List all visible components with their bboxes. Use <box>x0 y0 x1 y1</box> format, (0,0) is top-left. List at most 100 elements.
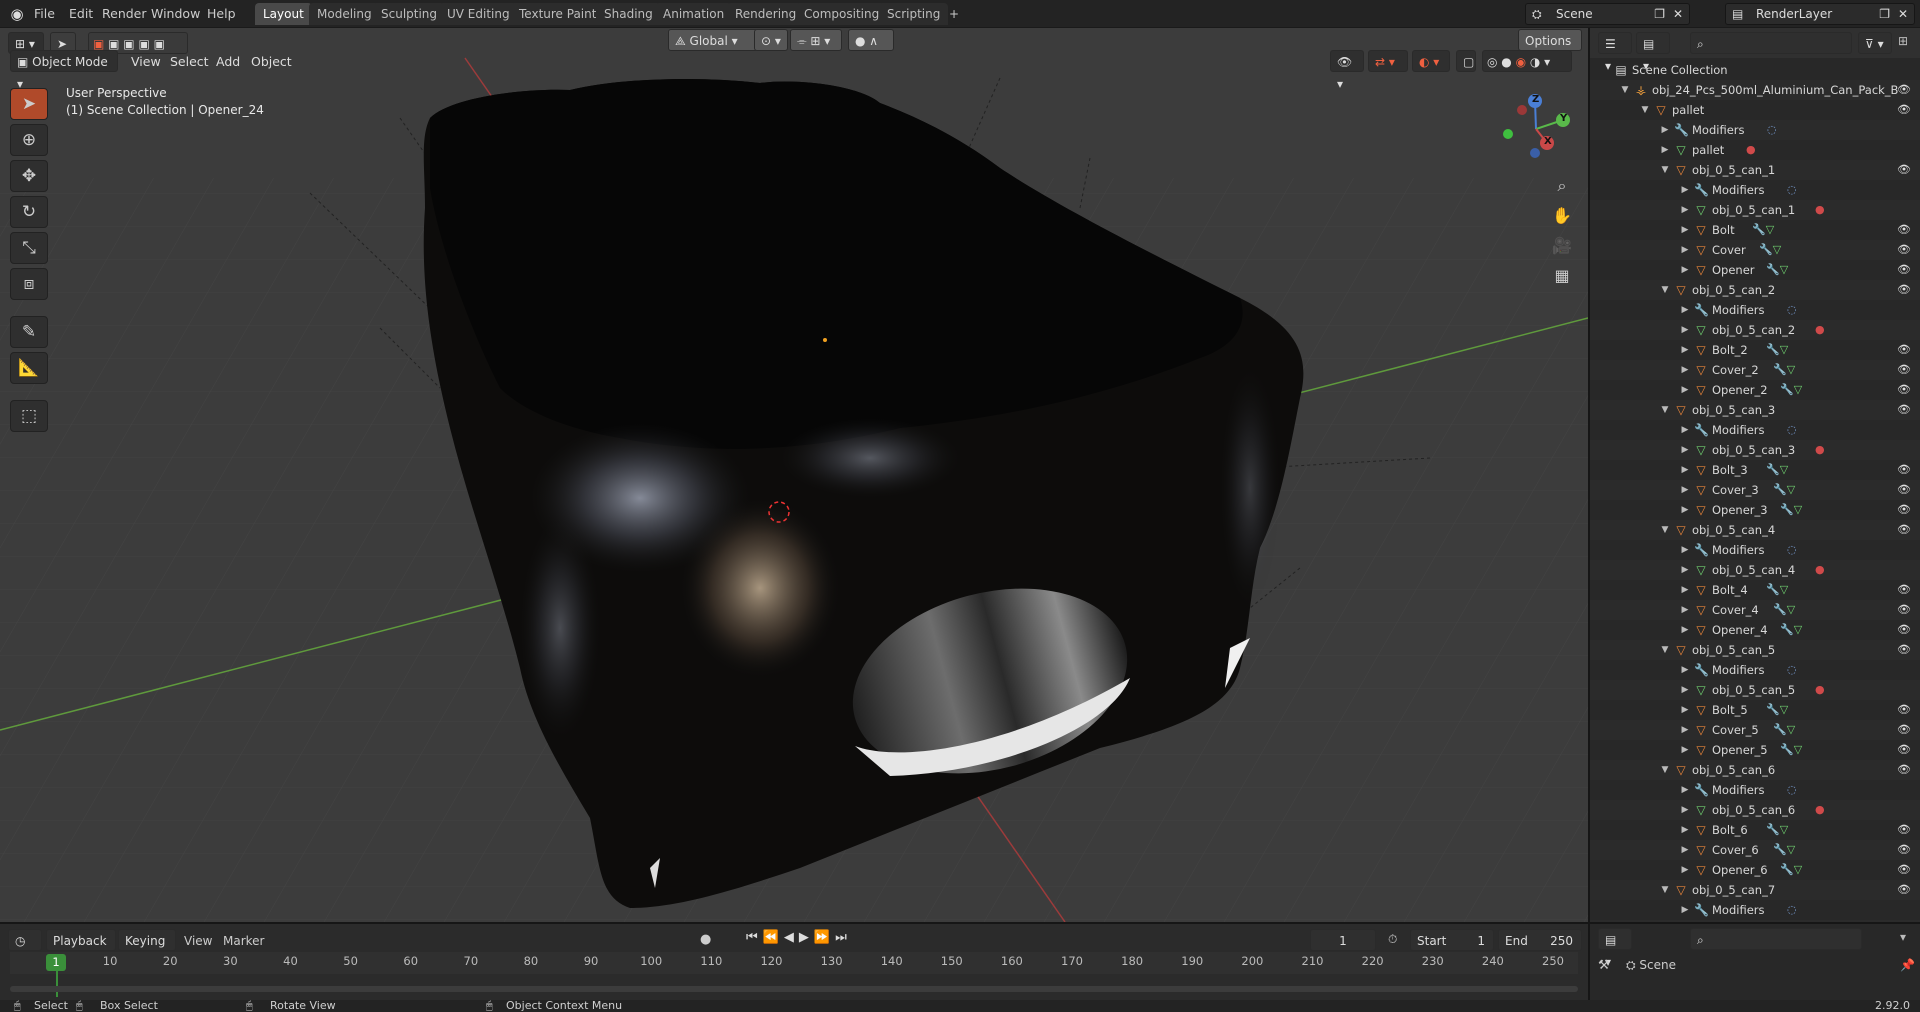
expand-arrow-icon[interactable]: ▶ <box>1680 380 1690 400</box>
expand-arrow-icon[interactable]: ▶ <box>1680 580 1690 600</box>
material-icon[interactable]: ● <box>1746 140 1756 160</box>
visibility-eye-icon[interactable]: 👁 <box>1896 500 1912 520</box>
outliner-row[interactable]: ▶ ▽ Bolt_6 🔧▽ 👁 <box>1590 820 1920 840</box>
visibility-eye-icon[interactable]: 👁 <box>1896 480 1912 500</box>
visibility-eye-icon[interactable]: 👁 <box>1896 220 1912 240</box>
preview-range-icon[interactable]: ⏱ <box>1388 932 1397 947</box>
visibility-eye-icon[interactable]: 👁 <box>1896 280 1912 300</box>
expand-arrow-icon[interactable]: ▶ <box>1660 140 1670 160</box>
properties-editor-type-button[interactable]: ▤ ▾ <box>1598 928 1632 969</box>
modifier-icon[interactable]: ◌ <box>1787 540 1797 560</box>
outliner-row[interactable]: ▼ ▽ obj_0_5_can_2 👁 <box>1590 280 1920 300</box>
collapse-arrow-icon[interactable]: ▼ <box>1660 640 1670 660</box>
visibility-eye-icon[interactable]: 👁 <box>1896 160 1912 180</box>
visibility-eye-icon[interactable]: 👁 <box>1896 460 1912 480</box>
expand-arrow-icon[interactable]: ▶ <box>1680 240 1690 260</box>
shading-mode-group[interactable]: ◎ ● ◉ ◑ ▾ <box>1482 50 1572 72</box>
measure-tool-icon[interactable]: 📐 <box>10 352 48 384</box>
visibility-eye-icon[interactable]: 👁 <box>1896 380 1912 400</box>
playback-menu[interactable]: Playback ▾ <box>46 929 116 970</box>
outliner-row[interactable]: ▼ ▽ pallet 👁 <box>1590 100 1920 120</box>
visibility-eye-icon[interactable]: 👁 <box>1896 640 1912 660</box>
select-box-tool-icon[interactable]: ➤ <box>10 88 48 120</box>
modifier-icon[interactable]: ◌ <box>1787 180 1797 200</box>
outliner-row[interactable]: ▶ ▽ obj_0_5_can_6 ● <box>1590 800 1920 820</box>
tab-layout[interactable]: Layout <box>255 3 312 25</box>
collapse-arrow-icon[interactable]: ▼ <box>1620 80 1630 100</box>
visibility-eye-icon[interactable]: 👁 <box>1896 80 1912 100</box>
viewport-menu-object[interactable]: Object <box>251 54 292 69</box>
expand-arrow-icon[interactable]: ▶ <box>1680 500 1690 520</box>
outliner-row[interactable]: ▶ ▽ Cover_5 🔧▽ 👁 <box>1590 720 1920 740</box>
select-box-icon[interactable]: ▣ <box>93 37 104 51</box>
outliner-row[interactable]: ▤ Scene Collection <box>1590 60 1920 80</box>
camera-view-icon[interactable]: 🎥 <box>1548 232 1576 260</box>
wrench-mesh-icon[interactable]: 🔧▽ <box>1766 340 1788 360</box>
expand-arrow-icon[interactable]: ▶ <box>1680 620 1690 640</box>
timeline-menu-marker[interactable]: Marker <box>223 934 264 948</box>
visibility-eye-icon[interactable]: 👁 <box>1896 360 1912 380</box>
outliner-row[interactable]: ▼ ▽ obj_0_5_can_5 👁 <box>1590 640 1920 660</box>
outliner-row[interactable]: ▶ ▽ Bolt_3 🔧▽ 👁 <box>1590 460 1920 480</box>
outliner-row[interactable]: ▶ ▽ Opener 🔧▽ 👁 <box>1590 260 1920 280</box>
outliner-row[interactable]: ▶ ▽ pallet ● <box>1590 140 1920 160</box>
wrench-mesh-icon[interactable]: 🔧▽ <box>1780 860 1802 880</box>
wrench-mesh-icon[interactable]: 🔧▽ <box>1766 820 1788 840</box>
start-frame-field[interactable]: Start 1 <box>1410 929 1494 951</box>
expand-arrow-icon[interactable]: ▶ <box>1680 900 1690 920</box>
outliner-row[interactable]: ▶ ▽ Bolt_4 🔧▽ 👁 <box>1590 580 1920 600</box>
wrench-mesh-icon[interactable]: 🔧▽ <box>1773 480 1795 500</box>
blender-icon[interactable]: ◉ <box>8 5 26 23</box>
outliner-row[interactable]: ▼ ▽ obj_0_5_can_4 👁 <box>1590 520 1920 540</box>
outliner-row[interactable]: ▼ ▽ obj_0_5_can_6 👁 <box>1590 760 1920 780</box>
visibility-eye-icon[interactable]: 👁 <box>1896 840 1912 860</box>
xray-toggle[interactable]: ▢ <box>1456 50 1476 72</box>
outliner-row[interactable]: ▶ ▽ Cover_3 🔧▽ 👁 <box>1590 480 1920 500</box>
expand-arrow-icon[interactable]: ▶ <box>1680 560 1690 580</box>
wrench-mesh-icon[interactable]: 🔧▽ <box>1780 740 1802 760</box>
outliner-row[interactable]: ▶ 🔧 Modifiers ◌ <box>1590 420 1920 440</box>
overlay-toggle[interactable]: ◐ ▾ <box>1412 50 1450 72</box>
material-icon[interactable]: ● <box>1815 440 1825 460</box>
keying-menu[interactable]: Keying ▾ <box>118 929 176 970</box>
wrench-mesh-icon[interactable]: 🔧▽ <box>1752 220 1774 240</box>
expand-arrow-icon[interactable]: ▶ <box>1680 660 1690 680</box>
visibility-eye-icon[interactable]: 👁 <box>1896 520 1912 540</box>
expand-arrow-icon[interactable]: ▶ <box>1680 720 1690 740</box>
expand-arrow-icon[interactable]: ▶ <box>1680 860 1690 880</box>
wrench-mesh-icon[interactable]: 🔧▽ <box>1773 720 1795 740</box>
wrench-mesh-icon[interactable]: 🔧▽ <box>1780 380 1802 400</box>
tab-texture-paint[interactable]: Texture Paint <box>511 3 605 25</box>
current-frame-indicator[interactable]: 1 <box>46 954 66 971</box>
proportional-edit-dropdown[interactable]: ● ∧ <box>848 29 894 51</box>
menu-render[interactable]: Render <box>102 0 147 28</box>
scale-tool-icon[interactable]: ⤡ <box>10 232 48 264</box>
modifier-icon[interactable]: ◌ <box>1787 900 1797 920</box>
end-frame-field[interactable]: End 250 <box>1498 929 1582 951</box>
visibility-eye-icon[interactable]: 👁 <box>1896 600 1912 620</box>
3d-viewport[interactable]: Z Y X ⊞ ▾ ➤ ▣ ▣ ▣ ▣ ▣ ⟁ Global ▾ ⊙ ▾ ⌯ ⊞… <box>0 28 1588 922</box>
wrench-mesh-icon[interactable]: 🔧▽ <box>1766 580 1788 600</box>
wrench-mesh-icon[interactable]: 🔧▽ <box>1773 840 1795 860</box>
expand-arrow-icon[interactable]: ▶ <box>1680 440 1690 460</box>
outliner-row[interactable]: ▶ ▽ Bolt_5 🔧▽ 👁 <box>1590 700 1920 720</box>
outliner-row[interactable]: ▶ 🔧 Modifiers ◌ <box>1590 900 1920 920</box>
viewport-menu-add[interactable]: Add <box>216 54 240 69</box>
expand-arrow-icon[interactable]: ▶ <box>1680 840 1690 860</box>
visibility-eye-icon[interactable]: 👁 <box>1896 880 1912 900</box>
timeline-menu-view[interactable]: View <box>184 934 212 948</box>
outliner-row[interactable]: ▶ 🔧 Modifiers ◌ <box>1590 180 1920 200</box>
timeline-scrollbar[interactable] <box>10 986 1578 992</box>
menu-file[interactable]: File <box>34 0 55 28</box>
visibility-eye-icon[interactable]: 👁 <box>1896 100 1912 120</box>
viewport-menu-select[interactable]: Select <box>170 54 209 69</box>
menu-edit[interactable]: Edit <box>69 0 93 28</box>
visibility-eye-icon[interactable]: 👁 <box>1896 860 1912 880</box>
menu-window[interactable]: Window <box>151 0 200 28</box>
outliner-row[interactable]: ▼ ▽ obj_0_5_can_1 👁 <box>1590 160 1920 180</box>
snap-dropdown[interactable]: ⌯ ⊞ ▾ <box>790 29 842 51</box>
expand-arrow-icon[interactable]: ▶ <box>1680 200 1690 220</box>
tab-compositing[interactable]: Compositing <box>796 3 888 25</box>
render-layer-selector[interactable]: ▤ RenderLayer ❐ ✕ <box>1725 3 1915 25</box>
material-icon[interactable]: ● <box>1815 200 1825 220</box>
